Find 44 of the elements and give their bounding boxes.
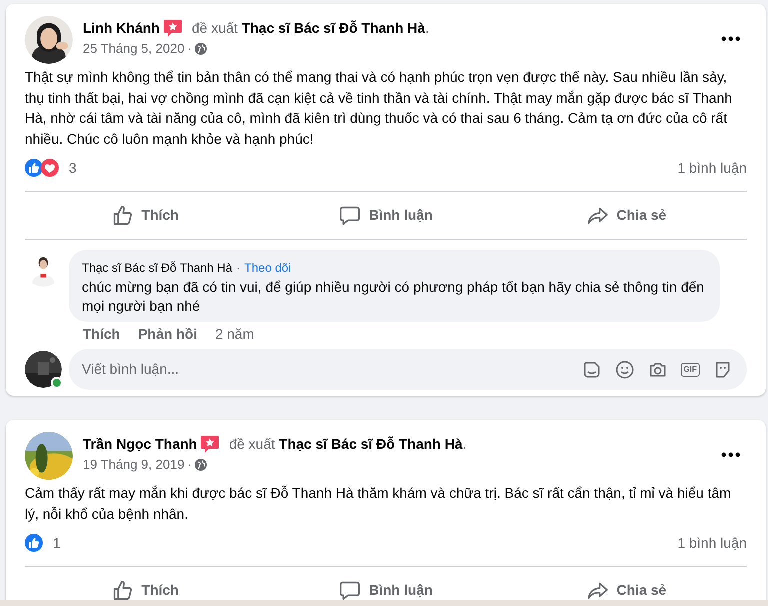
share-button[interactable]: Chia sẻ [506, 567, 748, 600]
comment-action-link[interactable]: Phản hồi [138, 324, 198, 345]
globe-icon [195, 42, 208, 55]
comment-button[interactable]: Bình luận [266, 567, 506, 600]
comment-author[interactable]: Thạc sĩ Bác sĩ Đỗ Thanh Hà [82, 259, 233, 277]
comment-input-field[interactable]: Viết bình luận... GIF [69, 349, 747, 390]
like-button[interactable]: Thích [25, 567, 266, 600]
recommendation-badge-icon [200, 434, 220, 454]
author-name[interactable]: Trần Ngọc Thanh [83, 434, 198, 454]
recommendation-badge-icon [163, 18, 183, 38]
reaction-count[interactable]: 3 [69, 158, 77, 178]
reaction-count[interactable]: 1 [53, 532, 61, 554]
more-options-icon[interactable] [721, 36, 741, 42]
recommendation-text: đề xuất Thạc sĩ Bác sĩ Đỗ Thanh Hà. [192, 18, 430, 38]
comment-count[interactable]: 1 bình luận [678, 532, 747, 554]
thumbs-up-icon [112, 580, 134, 600]
post-date[interactable]: 19 Tháng 9, 2019 [83, 455, 185, 474]
recommendation-text: đề xuất Thạc sĩ Bác sĩ Đỗ Thanh Hà. [229, 434, 467, 454]
follow-link[interactable]: Theo dõi [244, 259, 292, 277]
comment-text: chúc mừng bạn đã có tin vui, để giúp nhiều người có phương pháp tốt bạn hãy chia sẻ thông tin đến mọi người bạn nhé [82, 278, 706, 316]
comment-time: 2 năm [215, 325, 254, 344]
more-options-icon[interactable] [721, 452, 741, 458]
post-date[interactable]: 25 Tháng 5, 2020 [83, 39, 185, 58]
emoji-icon[interactable] [614, 360, 635, 380]
post-text: Cảm thấy rất may mắn khi được bác sĩ Đỗ Thanh Hà thăm khám và chữa trị. Bác sĩ rất cẩn thận, tỉ mỉ và hiểu tâm lý, nỗi khổ của bệnh nhân. [25, 484, 732, 524]
heart-reaction-icon [41, 159, 59, 177]
globe-icon [195, 458, 208, 471]
separator-dot: · [188, 456, 192, 474]
share-button[interactable]: Chia sẻ [506, 192, 748, 239]
gif-button[interactable]: GIF [680, 362, 700, 376]
separator-dot: · [188, 40, 192, 58]
like-reaction-icon [25, 159, 43, 177]
comment-action-link[interactable]: Thích [83, 324, 120, 345]
thumbs-up-icon [112, 204, 134, 226]
like-button[interactable]: Thích [25, 192, 266, 239]
speech-bubble-icon [339, 204, 362, 226]
author-name[interactable]: Linh Khánh [83, 18, 160, 38]
post-text: Thật sự mình không thể tin bản thân có thể mang thai và có hạnh phúc trọn vẹn được thế này. Sau nhiều lần sảy, thụ tinh thất bại, hai vợ chồng mình đã cạn kiệt cả về tinh thần và tài chính. Thật may mắn gặp được bác sĩ Thanh Hà, nhờ cái tâm và tài năng của cô, mình đã kiên trì dùng thuốc và có thai sau 6 tháng. Cảm tạ ơn đức của cô rất nhiều. Chúc cô luôn mạnh khỏe và hạnh phúc! [25, 68, 734, 149]
comment-button[interactable]: Bình luận [266, 192, 506, 239]
separator-dot: · [236, 260, 241, 277]
comment-count[interactable]: 1 bình luận [678, 158, 747, 178]
sticker-icon[interactable] [582, 360, 602, 380]
like-reaction-icon [25, 534, 43, 552]
speech-bubble-icon [339, 580, 362, 600]
